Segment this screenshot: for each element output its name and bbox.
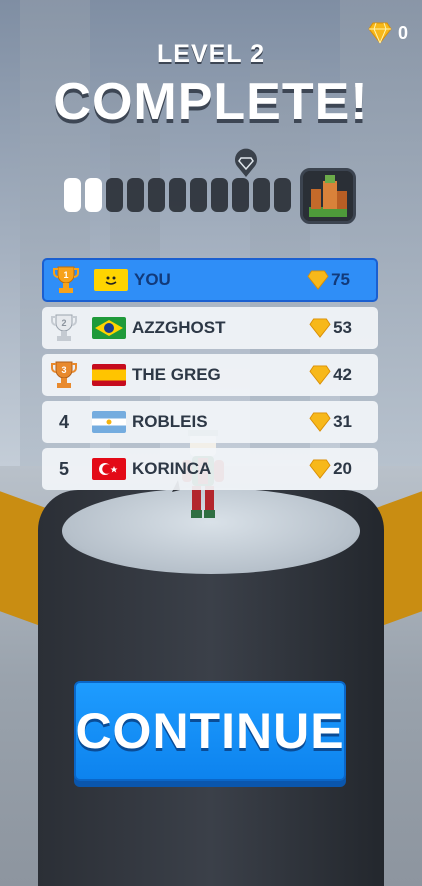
progress-segment [211, 178, 228, 212]
player-name: ROBLEIS [132, 412, 208, 431]
player-name: KORINCA [132, 459, 212, 478]
brazil-flag [92, 317, 126, 339]
diamond-icon [309, 459, 331, 479]
progress-segment [169, 178, 186, 212]
rank-number: 4 [58, 411, 69, 432]
score-value: 31 [333, 412, 352, 431]
progress-segment [232, 178, 249, 212]
complete-title: COMPLETE! [53, 73, 369, 131]
trophy-rank: 2 [61, 318, 66, 328]
progress-segment [190, 178, 207, 212]
diamond-icon [309, 412, 331, 432]
score-value: 42 [333, 365, 352, 384]
gem-counter: 0 [368, 22, 408, 44]
player-name: YOU [134, 270, 171, 289]
leaderboard-row: 5 KORINCA 20 [42, 448, 378, 490]
leaderboard-row: 3 THE GREG 42 [42, 354, 378, 396]
progress-segment [85, 178, 102, 212]
rank-number: 5 [58, 458, 69, 479]
map-pin-diamond-icon [235, 148, 257, 177]
smiley-flag [94, 269, 128, 291]
score-value: 75 [331, 270, 350, 289]
player-score: 20 [309, 459, 352, 479]
castle-level-icon [300, 168, 356, 224]
gold-trophy-icon: 1 [44, 265, 88, 295]
leaderboard-row: 4 ROBLEIS 31 [42, 401, 378, 443]
continue-button[interactable]: CONTINUE [74, 681, 346, 781]
diamond-icon [309, 365, 331, 385]
level-progress-bar [64, 178, 291, 212]
progress-segment [253, 178, 270, 212]
progress-segment [127, 178, 144, 212]
leaderboard: 1 YOU 75 2 AZZGHOST 53 3 THE GREG 42 4 R… [42, 258, 378, 495]
player-name: AZZGHOST [132, 318, 226, 337]
turkey-flag [92, 458, 126, 480]
score-value: 53 [333, 318, 352, 337]
player-score: 42 [309, 365, 352, 385]
level-label: LEVEL 2 [157, 40, 265, 68]
progress-segment [148, 178, 165, 212]
bronze-trophy-icon: 3 [42, 360, 86, 390]
leaderboard-row-you: 1 YOU 75 [42, 258, 378, 302]
trophy-rank: 3 [61, 365, 66, 375]
progress-segment [106, 178, 123, 212]
argentina-flag [92, 411, 126, 433]
diamond-icon [307, 270, 329, 290]
diamond-icon [368, 22, 392, 44]
progress-segment [274, 178, 291, 212]
score-value: 20 [333, 459, 352, 478]
player-score: 53 [309, 318, 352, 338]
diamond-icon [309, 318, 331, 338]
progress-segment [64, 178, 81, 212]
gem-count: 0 [397, 22, 408, 43]
trophy-rank: 1 [63, 270, 68, 280]
silver-trophy-icon: 2 [42, 313, 86, 343]
player-name: THE GREG [132, 365, 221, 384]
player-score: 31 [309, 412, 352, 432]
player-score: 75 [307, 270, 350, 290]
leaderboard-row: 2 AZZGHOST 53 [42, 307, 378, 349]
spain-flag [92, 364, 126, 386]
